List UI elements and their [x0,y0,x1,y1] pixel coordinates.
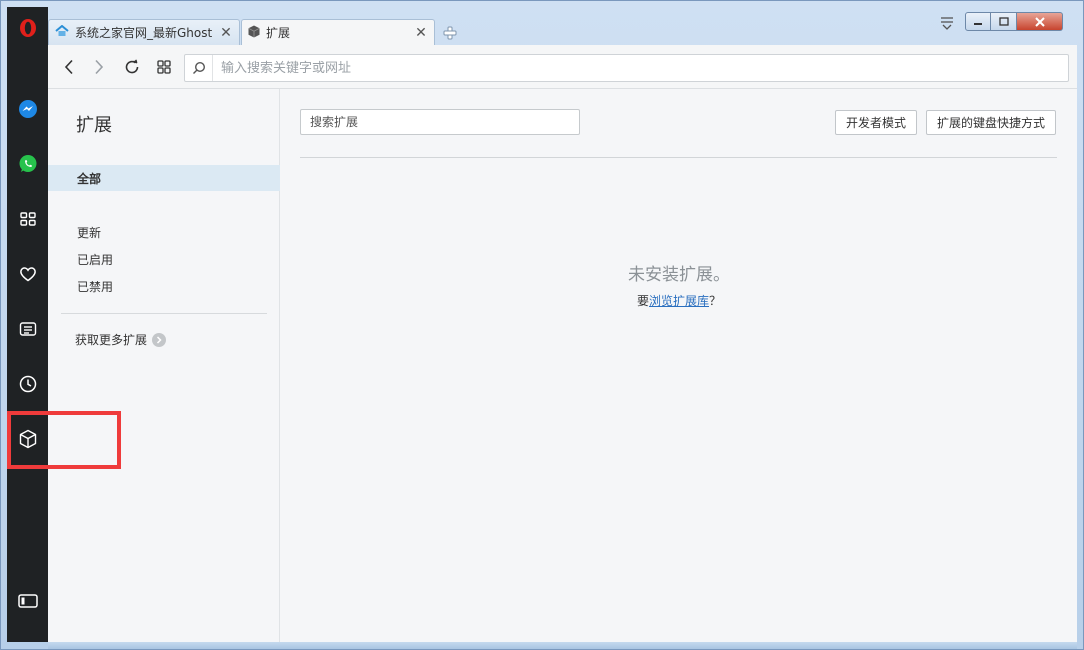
back-button[interactable] [58,56,80,78]
search-icon [185,55,213,81]
speed-dial-button[interactable] [153,56,175,78]
tab-extensions[interactable]: 扩展 ✕ [241,19,435,45]
heart-icon[interactable] [7,259,48,289]
extensions-search-input[interactable] [300,109,580,135]
developer-mode-button[interactable]: 开发者模式 [835,110,917,135]
nav-divider [61,313,267,314]
new-tab-button[interactable] [442,25,458,41]
address-input[interactable] [213,56,1068,80]
tab-title: 系统之家官网_最新Ghost [75,26,213,40]
get-more-extensions-link[interactable]: 获取更多扩展 [75,331,167,348]
nav-item-all[interactable]: 全部 [48,165,280,191]
tab-title: 扩展 [266,26,291,40]
tab-strip: 系统之家官网_最新Ghost ✕ 扩展 ✕ [48,7,1077,45]
extensions-main: 开发者模式 扩展的键盘快捷方式 未安装扩展。 要浏览扩展库？ [281,89,1077,642]
extensions-nav-panel: 扩展 全部 更新 已启用 已禁用 获取更多扩展 [48,89,280,642]
minimize-button[interactable] [965,12,991,31]
empty-state-subtitle: 要浏览扩展库？ [281,292,1077,309]
maximize-button[interactable] [991,12,1017,31]
main-divider [300,157,1057,158]
window-controls [965,12,1063,32]
nav-item-disabled[interactable]: 已禁用 [48,273,280,299]
reload-button[interactable] [121,56,143,78]
empty-suffix: ？ [709,294,722,308]
site-favicon-icon [55,24,69,40]
annotation-highlight-box [7,411,121,469]
keyboard-shortcuts-button[interactable]: 扩展的键盘快捷方式 [926,110,1056,135]
window-bottom-border [48,642,1077,649]
address-bar[interactable] [184,54,1069,82]
news-icon[interactable] [7,314,48,344]
tab-system-home[interactable]: 系统之家官网_最新Ghost ✕ [48,19,240,45]
opera-logo-icon[interactable] [7,13,48,43]
history-icon[interactable] [7,369,48,399]
browse-extensions-link[interactable]: 浏览扩展库 [649,294,709,308]
opera-sidebar [7,7,48,642]
close-tab-icon[interactable]: ✕ [219,25,233,41]
speed-dial-icon[interactable] [7,204,48,234]
messenger-icon[interactable] [7,94,48,124]
tab-menu-icon[interactable] [939,16,955,33]
get-more-label: 获取更多扩展 [75,333,148,347]
chevron-right-icon [152,332,167,347]
nav-item-updates[interactable]: 更新 [48,219,280,245]
empty-state-title: 未安装扩展。 [628,265,730,285]
empty-prefix: 要 [636,294,649,308]
forward-button[interactable] [88,56,110,78]
close-tab-icon[interactable]: ✕ [414,25,428,41]
nav-item-enabled[interactable]: 已启用 [48,246,280,272]
navigation-toolbar [48,45,1077,89]
page-title: 扩展 [76,115,112,136]
extensions-page: 扩展 全部 更新 已启用 已禁用 获取更多扩展 开发者模式 扩展的键盘快捷方式 … [48,89,1077,642]
close-window-button[interactable] [1017,12,1063,31]
whatsapp-icon[interactable] [7,149,48,179]
sidebar-toggle-icon[interactable] [7,586,48,616]
cube-icon [248,25,260,41]
